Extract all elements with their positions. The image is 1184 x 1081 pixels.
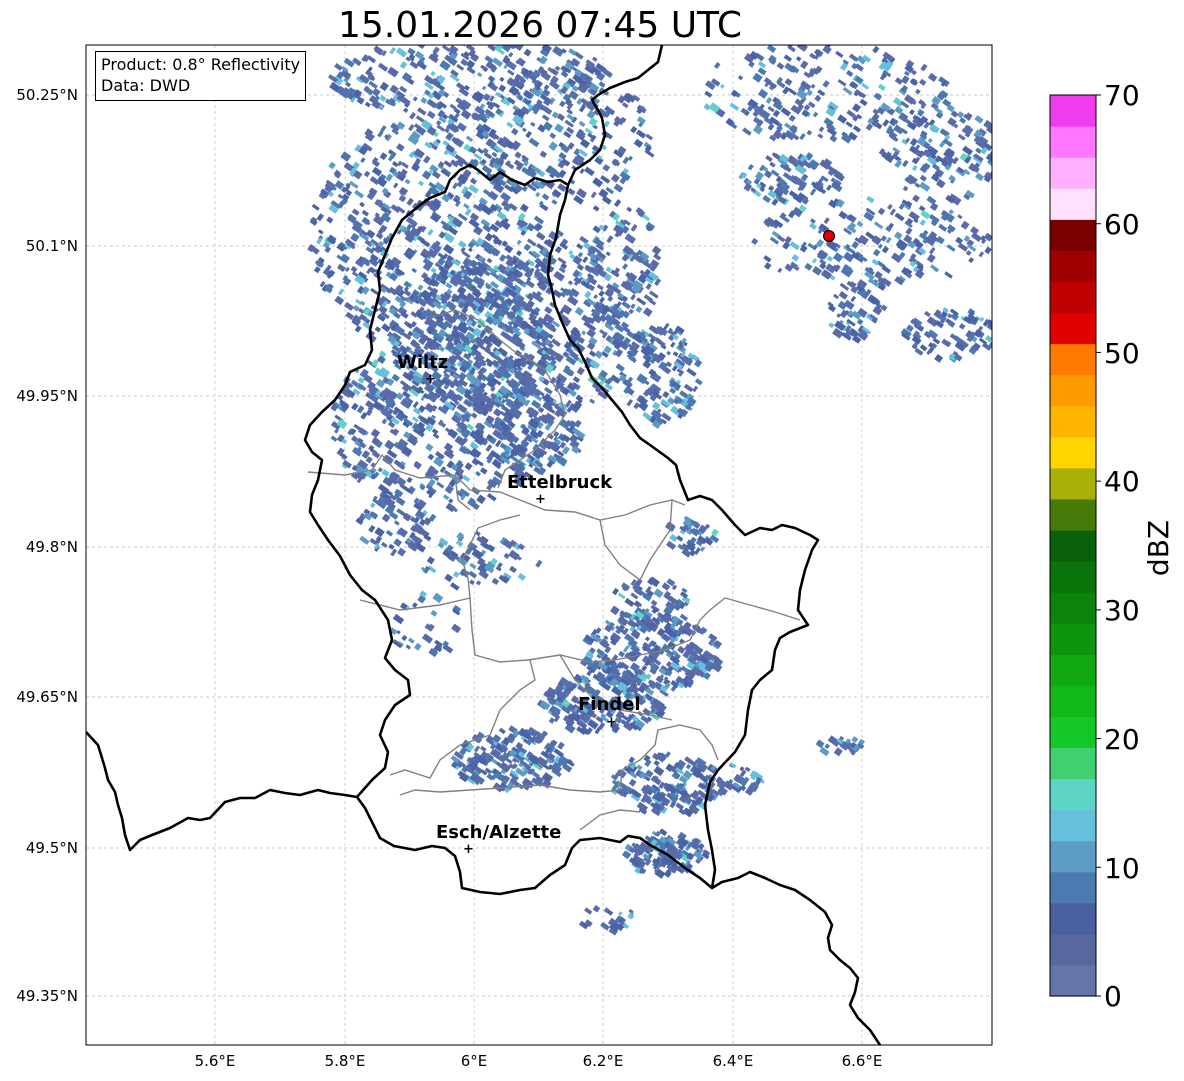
colorbar-segment bbox=[1050, 312, 1096, 345]
lat-tick-label: 49.5°N bbox=[26, 839, 78, 857]
radar-map: Wiltz + Ettelbruck + Findel + Esch/Alzet… bbox=[16, 36, 1175, 1070]
colorbar-segment bbox=[1050, 436, 1096, 469]
colorbar-segment bbox=[1050, 685, 1096, 717]
colorbar-segment bbox=[1050, 654, 1096, 686]
colorbar-segment bbox=[1050, 498, 1096, 531]
colorbar-segment bbox=[1050, 529, 1096, 562]
lon-tick-label: 5.6°E bbox=[195, 1052, 236, 1070]
colorbar-label: dBZ bbox=[1142, 520, 1175, 576]
colorbar-segment bbox=[1050, 219, 1096, 251]
colorbar-segment bbox=[1050, 561, 1096, 593]
lat-tick-label: 50.1°N bbox=[26, 237, 78, 255]
city-label: Esch/Alzette bbox=[436, 822, 561, 843]
lon-tick-label: 6.4°E bbox=[713, 1052, 754, 1070]
colorbar-tick-label: 40 bbox=[1104, 465, 1140, 498]
colorbar-segment bbox=[1050, 343, 1096, 376]
echo-pixel bbox=[994, 157, 1000, 163]
city-marker: + bbox=[535, 492, 546, 507]
lon-tick-label: 5.8°E bbox=[325, 1052, 366, 1070]
colorbar-segment bbox=[1050, 871, 1096, 904]
colorbar-tick-label: 60 bbox=[1104, 208, 1140, 241]
colorbar-segment bbox=[1050, 188, 1096, 220]
colorbar-segment bbox=[1050, 281, 1096, 314]
colorbar: 0 10 20 30 40 50 60 70 dBZ bbox=[1049, 79, 1175, 1013]
colorbar-segments bbox=[1050, 95, 1096, 997]
colorbar-segment bbox=[1050, 933, 1096, 966]
colorbar-tick-label: 70 bbox=[1104, 79, 1140, 112]
city-label: Findel bbox=[578, 694, 641, 715]
colorbar-tick-label: 10 bbox=[1104, 852, 1140, 885]
colorbar-segment bbox=[1050, 964, 1096, 997]
lon-tick-label: 6.2°E bbox=[583, 1052, 624, 1070]
city-marker: + bbox=[463, 842, 474, 857]
lat-tick-label: 49.8°N bbox=[26, 538, 78, 556]
colorbar-segment bbox=[1050, 809, 1096, 842]
product-label: Product: 0.8° Reflectivity bbox=[101, 55, 301, 74]
colorbar-segment bbox=[1050, 126, 1096, 158]
latitude-labels: 50.25°N 50.1°N 49.95°N 49.8°N 49.65°N 49… bbox=[16, 86, 78, 1005]
colorbar-segment bbox=[1050, 592, 1096, 624]
longitude-labels: 5.6°E 5.8°E 6°E 6.2°E 6.4°E 6.6°E bbox=[195, 1052, 883, 1070]
lon-tick-label: 6.6°E bbox=[842, 1052, 883, 1070]
city-label: Ettelbruck bbox=[507, 472, 613, 493]
city-label: Wiltz bbox=[397, 352, 448, 373]
colorbar-segment bbox=[1050, 902, 1096, 935]
colorbar-segment bbox=[1050, 623, 1096, 655]
colorbar-tick-label: 0 bbox=[1104, 980, 1122, 1013]
data-source-label: Data: DWD bbox=[101, 76, 191, 95]
colorbar-segment bbox=[1050, 778, 1096, 811]
lat-tick-label: 49.95°N bbox=[16, 387, 78, 405]
lat-tick-label: 50.25°N bbox=[16, 86, 78, 104]
colorbar-ticks: 0 10 20 30 40 50 60 70 bbox=[1096, 79, 1140, 1013]
colorbar-segment bbox=[1050, 840, 1096, 873]
colorbar-segment bbox=[1050, 747, 1096, 780]
colorbar-segment bbox=[1050, 716, 1096, 749]
colorbar-segment bbox=[1050, 467, 1096, 500]
lat-tick-label: 49.65°N bbox=[16, 688, 78, 706]
echo-pixel bbox=[434, 45, 441, 46]
colorbar-segment bbox=[1050, 405, 1096, 438]
echo-pixel bbox=[993, 146, 1000, 153]
colorbar-tick-label: 30 bbox=[1104, 594, 1140, 627]
lat-tick-label: 49.35°N bbox=[16, 987, 78, 1005]
city-marker: + bbox=[425, 372, 436, 387]
colorbar-tick-label: 20 bbox=[1104, 723, 1140, 756]
echo-pixel bbox=[442, 36, 450, 44]
colorbar-segment bbox=[1050, 95, 1096, 127]
echo-pixel bbox=[993, 333, 999, 339]
lon-tick-label: 6°E bbox=[461, 1052, 488, 1070]
city-marker: + bbox=[606, 715, 617, 730]
colorbar-segment bbox=[1050, 374, 1096, 407]
product-info-box: Product: 0.8° Reflectivity Data: DWD bbox=[95, 51, 307, 101]
colorbar-segment bbox=[1050, 250, 1096, 283]
echo-pixel bbox=[522, 39, 527, 44]
colorbar-tick-label: 50 bbox=[1104, 337, 1140, 370]
radar-site-marker bbox=[823, 230, 835, 242]
colorbar-segment bbox=[1050, 157, 1096, 189]
